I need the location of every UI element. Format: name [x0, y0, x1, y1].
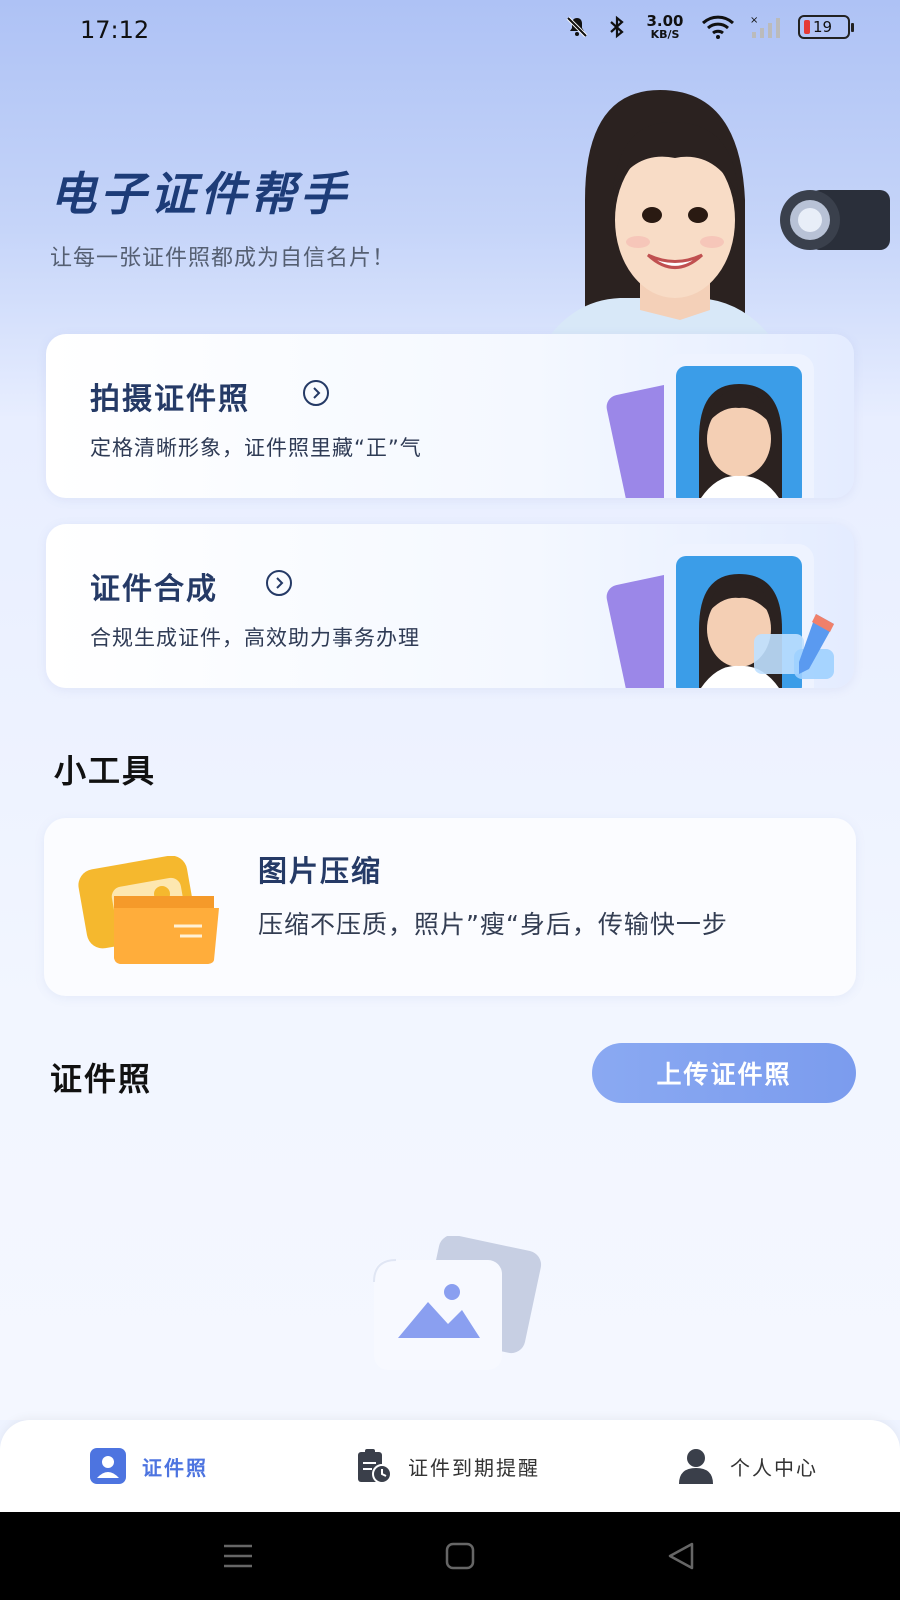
- nav-label: 证件到期提醒: [408, 1455, 540, 1480]
- nav-item-profile[interactable]: 个人中心: [676, 1420, 818, 1512]
- id-photo-illustration: [606, 354, 814, 498]
- wifi-icon: [700, 14, 736, 40]
- expiry-reminder-icon: [358, 1449, 392, 1484]
- system-navigation-bar: [0, 1512, 900, 1600]
- image-compress-card[interactable]: 图片压缩 压缩不压质，照片”瘦“身后，传输快一步: [44, 818, 856, 996]
- folder-image-icon: [78, 856, 219, 964]
- battery-icon: 19: [798, 15, 854, 39]
- nav-label: 证件照: [142, 1455, 208, 1480]
- tool-description: 压缩不压质，照片”瘦“身后，传输快一步: [258, 910, 728, 939]
- nav-label: 个人中心: [730, 1455, 818, 1480]
- user-icon: [679, 1449, 713, 1484]
- camera-image: [780, 190, 890, 250]
- tools-section-title: 小工具: [54, 752, 157, 790]
- menu-icon[interactable]: [220, 1540, 256, 1572]
- id-card-icon: [90, 1448, 126, 1484]
- app-title: 电子证件帮手: [50, 167, 350, 221]
- tool-title: 图片压缩: [258, 854, 383, 888]
- id-synthesis-illustration: [606, 544, 834, 688]
- battery-level: 19: [813, 18, 833, 36]
- card-title: 证件合成: [90, 572, 218, 607]
- card-description: 合规生成证件，高效助力事务办理: [90, 626, 420, 650]
- id-synthesis-card[interactable]: 证件合成 合规生成证件，高效助力事务办理: [46, 524, 854, 688]
- net-speed: 3.00 KB/S: [644, 12, 686, 41]
- status-time: 17:12: [80, 16, 150, 44]
- app-slogan: 让每一张证件照都成为自信名片！: [50, 246, 396, 271]
- take-id-photo-card[interactable]: 拍摄证件照 定格清晰形象，证件照里藏“正”气: [46, 334, 854, 498]
- card-description: 定格清晰形象，证件照里藏“正”气: [90, 436, 422, 460]
- home-icon[interactable]: [442, 1540, 478, 1572]
- id-photo-section-title: 证件照: [50, 1060, 153, 1098]
- bluetooth-icon: [604, 14, 630, 40]
- net-speed-unit: KB/S: [650, 28, 680, 41]
- mute-bell-icon: [564, 14, 590, 40]
- back-icon[interactable]: [664, 1540, 700, 1572]
- cellular-signal-icon: ×: [750, 14, 784, 40]
- chevron-right-circle-icon: [303, 380, 329, 406]
- upload-id-photo-button[interactable]: 上传证件照: [592, 1043, 856, 1103]
- status-icons: 3.00 KB/S × 19: [564, 12, 854, 41]
- empty-image-placeholder-icon: [373, 1236, 542, 1370]
- nav-item-id-photo[interactable]: 证件照: [88, 1420, 208, 1512]
- bottom-navigation: 证件照 证件到期提醒 个人中心: [0, 1420, 900, 1512]
- chevron-right-circle-icon: [266, 570, 292, 596]
- svg-text:×: ×: [750, 15, 758, 26]
- nav-item-expiry-reminder[interactable]: 证件到期提醒: [354, 1420, 540, 1512]
- net-speed-value: 3.00: [646, 12, 684, 30]
- status-bar: 17:12 3.00 KB/S × 19: [0, 0, 900, 64]
- card-title: 拍摄证件照: [90, 382, 250, 417]
